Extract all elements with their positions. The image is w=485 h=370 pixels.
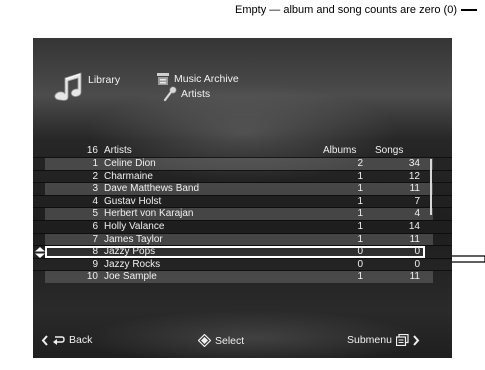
select-button[interactable]: Select: [198, 334, 248, 347]
album-count: 1: [357, 233, 363, 245]
row-number: 9: [92, 258, 98, 270]
album-count: 0: [357, 246, 363, 258]
chevron-right-icon: [413, 334, 420, 346]
song-count: 12: [408, 170, 420, 182]
back-button[interactable]: Back: [41, 334, 96, 346]
list-item[interactable]: 1 Celine Dion 2 34: [33, 157, 452, 170]
breadcrumb-library[interactable]: Library: [88, 74, 120, 86]
row-number: 1: [92, 158, 98, 169]
album-count: 1: [357, 183, 363, 195]
list-item[interactable]: 5 Herbert von Karajan 1 4: [33, 207, 452, 220]
breadcrumb: Library Music Archive Artists: [51, 68, 311, 118]
album-count: 1: [357, 271, 363, 283]
song-count: 34: [408, 158, 420, 169]
list-item[interactable]: 7 James Taylor 1 11: [33, 232, 452, 246]
diamond-dpad-icon: [198, 334, 211, 347]
song-count: 11: [409, 271, 420, 283]
album-count: 1: [357, 170, 363, 182]
empty-callout-text: Empty — album and song counts are zero (…: [235, 4, 457, 16]
submenu-icon: [395, 334, 409, 346]
album-count: 0: [357, 258, 363, 270]
list-item[interactable]: 9 Jazzy Rocks 0 0: [33, 257, 452, 271]
header-songs: Songs: [375, 145, 404, 156]
song-count: 4: [414, 208, 420, 220]
submenu-button[interactable]: Submenu: [343, 334, 420, 346]
list-item[interactable]: 6 Holly Valance 1 14: [33, 219, 452, 233]
artist-name: Dave Matthews Band: [104, 183, 200, 195]
command-bar: Back Select Submenu: [33, 334, 452, 350]
song-count: 14: [408, 220, 420, 232]
callout-rule: [461, 9, 477, 11]
row-number: 3: [92, 183, 98, 195]
up-down-arrows-icon: [35, 247, 45, 259]
artist-name: Jazzy Rocks: [104, 258, 161, 270]
header-albums: Albums: [323, 145, 357, 156]
row-number: 6: [92, 220, 98, 232]
scrollbar[interactable]: [430, 159, 432, 215]
row-number: 4: [92, 195, 98, 207]
row-number: 7: [92, 233, 98, 245]
list-item[interactable]: 4 Gustav Holst 1 7: [33, 194, 452, 208]
row-number: 10: [86, 271, 98, 283]
row-number: 8: [92, 246, 98, 258]
music-note-icon: [54, 72, 82, 101]
song-count: 7: [414, 195, 420, 207]
list-item[interactable]: 2 Charmaine 1 12: [33, 169, 452, 183]
empty-callout: Empty — album and song counts are zero (…: [235, 4, 477, 16]
breadcrumb-music-archive[interactable]: Music Archive: [174, 73, 239, 85]
list-item-selected[interactable]: 8 Jazzy Pops 0 0: [33, 245, 452, 259]
list-header: 16 Artists Albums Songs: [33, 145, 452, 157]
artist-name: Joe Sample: [104, 271, 157, 283]
artist-name: Celine Dion: [104, 158, 156, 169]
artist-list: 16 Artists Albums Songs 1 Celine Dion 2 …: [33, 145, 452, 283]
row-number: 5: [92, 208, 98, 220]
artist-name: Jazzy Pops: [104, 246, 156, 258]
back-label: Back: [69, 334, 93, 346]
song-count: 11: [409, 233, 420, 245]
song-count: 0: [414, 246, 420, 258]
album-count: 1: [357, 220, 363, 232]
song-count: 0: [414, 258, 420, 270]
album-count: 2: [357, 158, 363, 169]
artist-name: Herbert von Karajan: [104, 208, 194, 220]
chevron-left-icon: [41, 334, 48, 346]
archive-icon: [157, 73, 169, 85]
song-count: 11: [409, 183, 420, 195]
select-label: Select: [215, 334, 245, 347]
artist-name: Charmaine: [104, 170, 153, 182]
breadcrumb-artists: Artists: [181, 88, 211, 100]
album-count: 1: [357, 195, 363, 207]
microphone-icon: [163, 86, 177, 102]
return-arrow-icon: [53, 336, 65, 345]
submenu-label: Submenu: [347, 334, 392, 346]
list-item[interactable]: 3 Dave Matthews Band 1 11: [33, 182, 452, 195]
list-item[interactable]: 10 Joe Sample 1 11: [33, 270, 452, 283]
artist-name: Holly Valance: [104, 220, 165, 232]
artist-name: Gustav Holst: [104, 195, 162, 207]
artist-name: James Taylor: [104, 233, 163, 245]
artist-count: 16: [86, 145, 98, 156]
album-count: 1: [357, 208, 363, 220]
tv-screen: Library Music Archive Artists 16 Artists…: [33, 38, 452, 358]
header-artists: Artists: [104, 145, 132, 156]
row-number: 2: [92, 170, 98, 182]
